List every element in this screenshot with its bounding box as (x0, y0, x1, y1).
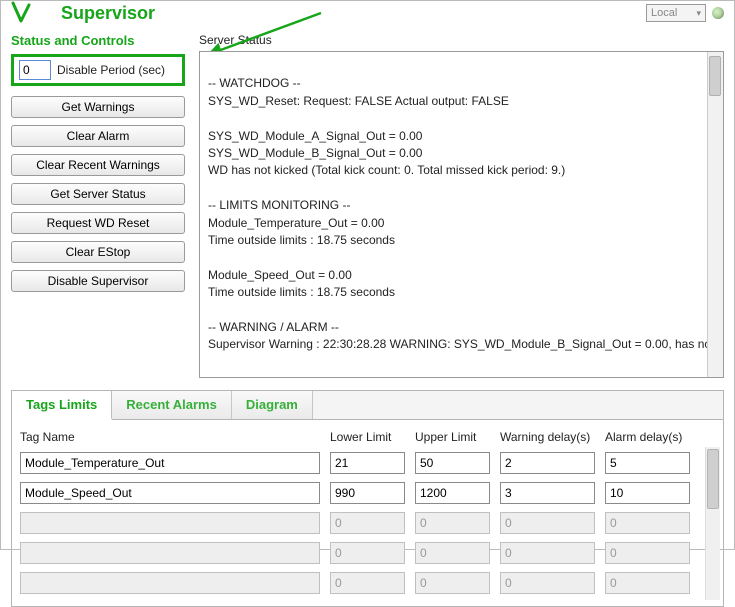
cell-tag-name (20, 512, 320, 534)
table-row (20, 542, 715, 564)
control-button-request-wd-reset[interactable]: Request WD Reset (11, 212, 185, 234)
col-header-warn: Warning delay(s) (500, 430, 595, 444)
col-header-upper: Upper Limit (415, 430, 490, 444)
cell-warning-delay (500, 542, 595, 564)
control-button-clear-estop[interactable]: Clear EStop (11, 241, 185, 263)
table-row (20, 512, 715, 534)
cell-upper-limit (415, 512, 490, 534)
disable-period-group: Disable Period (sec) (11, 54, 185, 86)
cell-alarm-delay (605, 512, 690, 534)
server-scroll-thumb[interactable] (709, 56, 721, 96)
table-scroll-thumb[interactable] (707, 449, 719, 509)
cell-tag-name (20, 572, 320, 594)
controls-section-title: Status and Controls (11, 33, 185, 48)
table-row (20, 452, 715, 474)
table-header-row: Tag Name Lower Limit Upper Limit Warning… (20, 430, 715, 444)
cell-upper-limit (415, 572, 490, 594)
cell-alarm-delay[interactable] (605, 482, 690, 504)
cell-tag-name[interactable] (20, 482, 320, 504)
app-title: Supervisor (61, 3, 155, 24)
location-dropdown[interactable]: Local ▾ (646, 4, 706, 22)
cell-warning-delay[interactable] (500, 482, 595, 504)
tab-tags-limits[interactable]: Tags Limits (12, 391, 112, 420)
cell-upper-limit[interactable] (415, 482, 490, 504)
cell-lower-limit (330, 542, 405, 564)
tabstrip: Tags LimitsRecent AlarmsDiagram (12, 391, 723, 420)
cell-upper-limit (415, 542, 490, 564)
control-button-clear-alarm[interactable]: Clear Alarm (11, 125, 185, 147)
control-button-clear-recent-warnings[interactable]: Clear Recent Warnings (11, 154, 185, 176)
cell-alarm-delay (605, 572, 690, 594)
chevron-down-icon: ▾ (696, 8, 701, 19)
cell-lower-limit (330, 572, 405, 594)
cell-alarm-delay (605, 542, 690, 564)
tab-diagram[interactable]: Diagram (232, 391, 313, 419)
cell-alarm-delay[interactable] (605, 452, 690, 474)
server-status-label: Server Status (199, 33, 724, 47)
tab-tags-limits: Tag Name Lower Limit Upper Limit Warning… (12, 420, 723, 606)
table-scrollbar[interactable] (705, 447, 720, 600)
table-row (20, 482, 715, 504)
disable-period-label: Disable Period (sec) (57, 63, 165, 77)
col-header-lower: Lower Limit (330, 430, 405, 444)
tabs-container: Tags LimitsRecent AlarmsDiagram Tag Name… (11, 390, 724, 607)
cell-lower-limit[interactable] (330, 482, 405, 504)
server-scrollbar[interactable] (707, 52, 723, 377)
tab-recent-alarms[interactable]: Recent Alarms (112, 391, 232, 419)
cell-upper-limit[interactable] (415, 452, 490, 474)
col-header-alarm: Alarm delay(s) (605, 430, 690, 444)
col-header-name: Tag Name (20, 430, 320, 444)
control-button-get-server-status[interactable]: Get Server Status (11, 183, 185, 205)
table-row (20, 572, 715, 594)
cell-warning-delay (500, 512, 595, 534)
cell-warning-delay[interactable] (500, 452, 595, 474)
cell-warning-delay (500, 572, 595, 594)
control-button-disable-supervisor[interactable]: Disable Supervisor (11, 270, 185, 292)
cell-lower-limit[interactable] (330, 452, 405, 474)
location-value: Local (651, 7, 677, 19)
server-status-textbox[interactable]: -- WATCHDOG -- SYS_WD_Reset: Request: FA… (199, 51, 724, 378)
header: Supervisor Local ▾ (11, 1, 724, 29)
cell-tag-name (20, 542, 320, 564)
cell-lower-limit (330, 512, 405, 534)
server-status-text: -- WATCHDOG -- SYS_WD_Reset: Request: FA… (208, 76, 714, 351)
disable-period-input[interactable] (19, 60, 51, 80)
cell-tag-name[interactable] (20, 452, 320, 474)
logo-icon (11, 1, 51, 25)
control-button-get-warnings[interactable]: Get Warnings (11, 96, 185, 118)
status-indicator-icon (712, 7, 724, 19)
